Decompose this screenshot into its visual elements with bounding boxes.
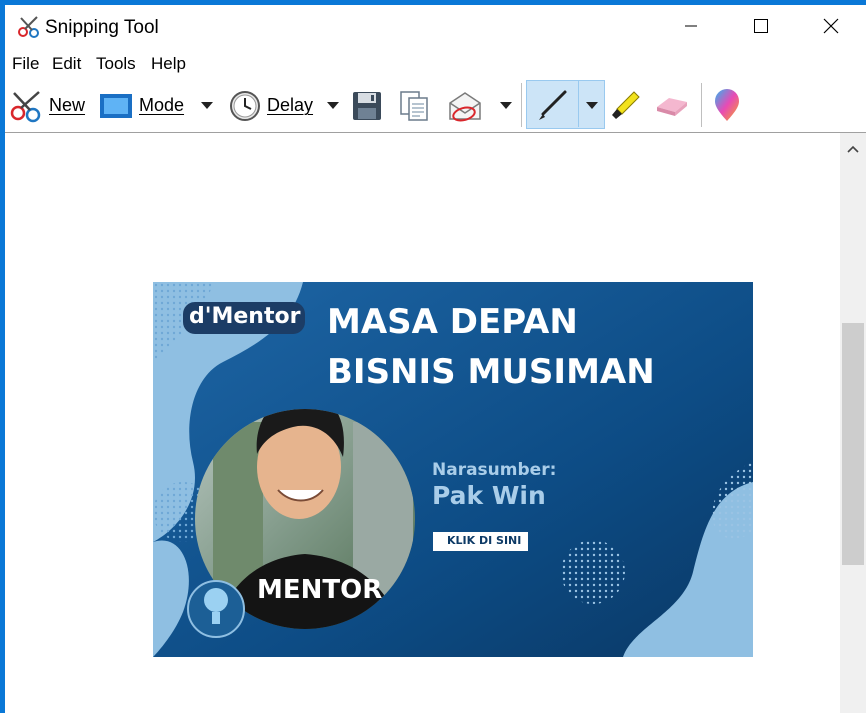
snip-shirt-text: MENTOR — [257, 575, 383, 605]
captured-snip-image: d'Mentor MASA DEPAN BISNIS MUSIMAN Naras… — [153, 282, 753, 657]
snip-headline-line2: BISNIS MUSIMAN — [327, 352, 655, 392]
pen-dropdown[interactable] — [581, 79, 603, 132]
scissors-icon — [18, 16, 39, 38]
menu-edit[interactable]: Edit — [52, 54, 81, 74]
snip-brand-text: d'Mentor — [189, 304, 301, 329]
snip-speaker-name: Pak Win — [432, 481, 546, 510]
minimize-button[interactable] — [656, 5, 726, 47]
pen-split-divider — [578, 80, 579, 127]
pen-button[interactable] — [535, 79, 569, 132]
send-snip-button[interactable] — [447, 79, 483, 132]
paint3d-icon — [715, 88, 739, 121]
eraser-icon — [657, 97, 687, 116]
delay-label: Delay — [267, 95, 314, 115]
pen-icon — [539, 90, 567, 120]
new-button[interactable]: New — [9, 79, 85, 132]
maximize-icon — [754, 19, 768, 33]
chevron-down-icon — [500, 101, 512, 109]
toolbar-separator — [701, 83, 702, 127]
close-icon — [823, 18, 839, 34]
menu-tools[interactable]: Tools — [96, 54, 136, 74]
scroll-up-button[interactable] — [840, 136, 866, 162]
window-title: Snipping Tool — [45, 17, 159, 38]
send-email-icon — [449, 91, 481, 121]
copy-button[interactable] — [398, 79, 430, 132]
mode-label: Mode — [139, 95, 185, 115]
clock-icon — [230, 90, 260, 121]
save-button[interactable] — [352, 79, 382, 132]
menu-file[interactable]: File — [12, 54, 39, 74]
toolbar: New Mode Delay — [5, 79, 866, 133]
scroll-thumb[interactable] — [842, 323, 864, 565]
snip-speaker-label: Narasumber: — [432, 460, 557, 480]
snip-headline-line1: MASA DEPAN — [327, 302, 578, 342]
mode-button[interactable]: Mode — [99, 79, 184, 132]
delay-dropdown[interactable] — [322, 79, 344, 132]
toolbar-separator — [521, 83, 522, 127]
close-button[interactable] — [796, 5, 866, 47]
scissors-icon — [10, 90, 41, 122]
menu-help[interactable]: Help — [151, 54, 186, 74]
chevron-down-icon — [327, 101, 339, 109]
snip-cta-text: KLIK DI SINI — [447, 534, 522, 547]
highlighter-button[interactable] — [608, 79, 642, 132]
paint3d-button[interactable] — [712, 79, 742, 132]
new-label: New — [49, 95, 86, 115]
mode-dropdown[interactable] — [196, 79, 218, 132]
chevron-up-icon — [847, 145, 859, 153]
maximize-button[interactable] — [726, 5, 796, 47]
copy-icon — [400, 90, 428, 121]
chevron-down-icon — [586, 101, 598, 109]
highlighter-icon — [612, 90, 640, 119]
mode-rectangle-icon — [100, 93, 132, 118]
chevron-down-icon — [201, 101, 213, 109]
delay-button[interactable]: Delay — [229, 79, 313, 132]
title-bar[interactable]: Snipping Tool — [5, 5, 866, 47]
save-icon — [353, 91, 381, 120]
minimize-icon — [685, 25, 697, 27]
send-dropdown[interactable] — [495, 79, 517, 132]
menu-bar: File Edit Tools Help — [5, 47, 866, 79]
eraser-button[interactable] — [653, 79, 689, 132]
